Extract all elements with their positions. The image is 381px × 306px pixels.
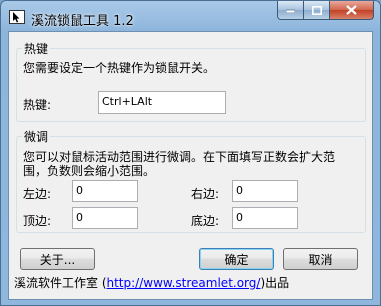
window-title: 溪流锁鼠工具 1.2 <box>31 14 134 29</box>
hotkey-group: 热键 您需要设定一个热键作为锁鼠开关。 热键: Ctrl+LAlt <box>16 40 366 122</box>
maximize-button[interactable] <box>304 1 330 20</box>
tweak-group-title: 微调 <box>22 128 51 145</box>
maximize-icon <box>311 5 322 15</box>
main-window: 溪流锁鼠工具 1.2 热键 您需要设定一个热键作为锁鼠开关。 热键: Ctrl+… <box>0 0 381 306</box>
close-icon <box>346 5 357 15</box>
hotkey-label: 热键: <box>23 98 52 112</box>
close-button[interactable] <box>330 1 374 20</box>
top-margin-label: 顶边: <box>23 214 52 228</box>
cursor-lock-icon <box>9 10 25 24</box>
top-margin-input[interactable]: 0 <box>72 207 138 229</box>
right-margin-label: 右边: <box>191 187 220 201</box>
dialog-client-area: 热键 您需要设定一个热键作为锁鼠开关。 热键: Ctrl+LAlt 微调 您可以… <box>8 31 373 300</box>
footer-suffix: )出品 <box>260 276 290 290</box>
right-margin-input[interactable]: 0 <box>232 180 298 202</box>
ok-button[interactable]: 确定 <box>199 248 274 270</box>
hotkey-description: 您需要设定一个热键作为锁鼠开关。 <box>23 61 216 75</box>
footer-credit: 溪流软件工作室 (http://www.streamlet.org/)出品 <box>14 274 289 291</box>
left-margin-label: 左边: <box>23 187 52 201</box>
footer-prefix: 溪流软件工作室 ( <box>14 276 107 290</box>
bottom-margin-input[interactable]: 0 <box>232 207 298 229</box>
left-margin-input[interactable]: 0 <box>72 180 138 202</box>
title-bar[interactable]: 溪流锁鼠工具 1.2 <box>1 1 380 31</box>
website-link[interactable]: http://www.streamlet.org/ <box>107 276 261 290</box>
minimize-icon <box>286 9 295 13</box>
minimize-button[interactable] <box>277 1 304 20</box>
hotkey-input[interactable]: Ctrl+LAlt <box>98 91 226 114</box>
hotkey-group-title: 热键 <box>22 40 51 57</box>
bottom-margin-label: 底边: <box>191 214 220 228</box>
caption-buttons <box>277 1 374 21</box>
tweak-description-line2: 围，负数则会缩小范围。 <box>23 164 156 178</box>
about-button[interactable]: 关于... <box>20 248 95 270</box>
cancel-button[interactable]: 取消 <box>283 248 358 270</box>
tweak-group: 微调 您可以对鼠标活动范围进行微调。在下面填写正数会扩大范 围，负数则会缩小范围… <box>16 128 366 233</box>
